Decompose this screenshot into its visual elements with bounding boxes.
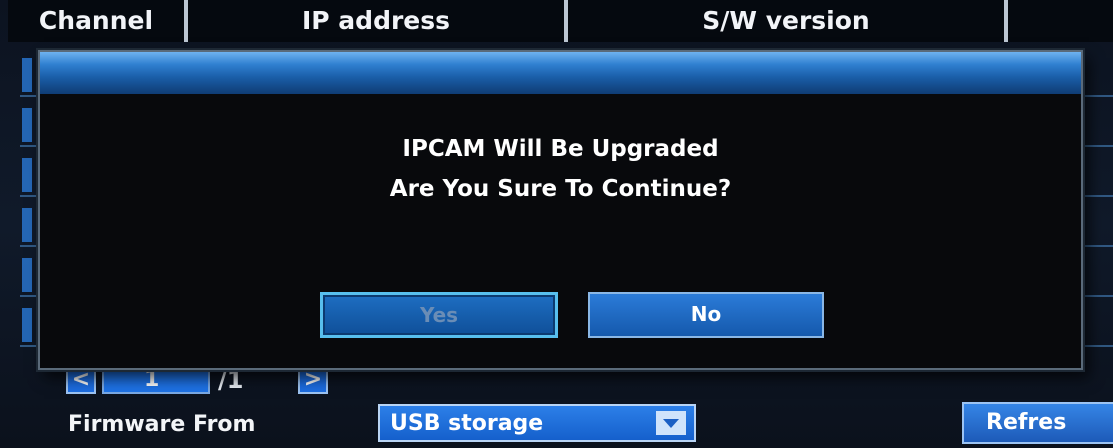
- firmware-from-label: Firmware From: [68, 412, 256, 437]
- column-header-extra[interactable]: [1008, 0, 1113, 42]
- page-total: /1: [218, 366, 244, 394]
- chevron-left-icon: <: [71, 367, 91, 392]
- yes-button[interactable]: Yes: [320, 292, 558, 338]
- row-selector[interactable]: [22, 308, 32, 342]
- firmware-source-value: USB storage: [390, 410, 544, 436]
- dialog-message-line2: Are You Sure To Continue?: [389, 176, 732, 202]
- next-page-button[interactable]: >: [298, 366, 328, 394]
- confirm-dialog: IPCAM Will Be Upgraded Are You Sure To C…: [38, 50, 1083, 370]
- chevron-down-icon[interactable]: [656, 411, 686, 435]
- column-header-channel[interactable]: Channel: [8, 0, 188, 42]
- row-selector[interactable]: [22, 258, 32, 292]
- row-selector[interactable]: [22, 58, 32, 92]
- table-header: Channel IP address S/W version: [8, 0, 1113, 42]
- no-button[interactable]: No: [588, 292, 824, 338]
- firmware-source-select[interactable]: USB storage: [378, 404, 696, 442]
- prev-page-button[interactable]: <: [66, 366, 96, 394]
- row-selector[interactable]: [22, 158, 32, 192]
- chevron-right-icon: >: [303, 367, 323, 392]
- page-number-input[interactable]: 1: [102, 366, 210, 394]
- dialog-title-bar[interactable]: [40, 52, 1081, 94]
- dialog-message-line1: IPCAM Will Be Upgraded: [402, 136, 719, 162]
- row-selector[interactable]: [22, 108, 32, 142]
- refresh-button[interactable]: Refres: [962, 402, 1113, 444]
- column-header-sw-version[interactable]: S/W version: [568, 0, 1008, 42]
- column-header-ip-address[interactable]: IP address: [188, 0, 568, 42]
- pager: < 1 /1 >: [66, 366, 328, 394]
- row-selector[interactable]: [22, 208, 32, 242]
